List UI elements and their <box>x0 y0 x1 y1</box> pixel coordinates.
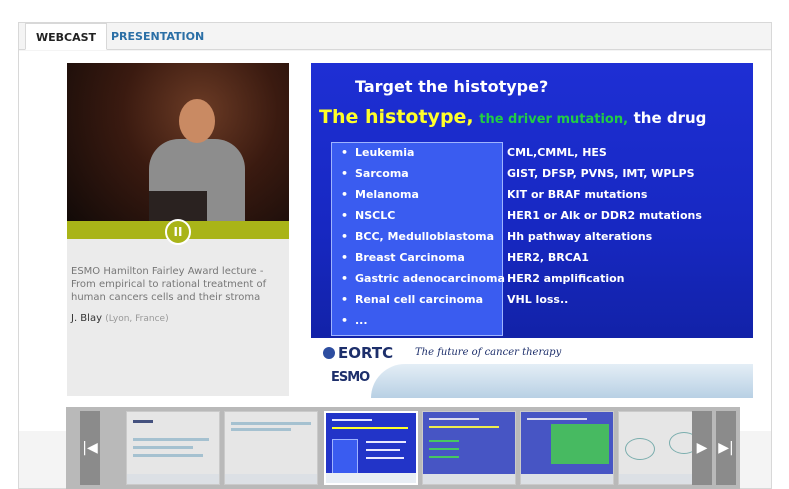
mutation-label: Hh pathway alterations <box>507 230 653 243</box>
table-row: • Sarcoma GIST, DFSP, PVNS, IMT, WPLPS <box>311 166 753 186</box>
slide-thumbnail[interactable] <box>126 411 220 485</box>
esmo-logo: ESMO <box>331 370 370 385</box>
thumb-text-line <box>133 454 203 457</box>
first-slide-button[interactable]: |◀ <box>80 411 100 485</box>
slide-thumbnail[interactable] <box>422 411 516 485</box>
table-row: •... <box>311 313 753 333</box>
table-row: • Breast Carcinoma HER2, BRCA1 <box>311 250 753 270</box>
mutation-label: GIST, DFSP, PVNS, IMT, WPLPS <box>507 167 695 180</box>
thumb-text-line <box>133 446 193 449</box>
table-row: • Renal cell carcinoma VHL loss.. <box>311 292 753 312</box>
thumb-footer <box>423 474 515 484</box>
table-row: • Leukemia CML,CMML, HES <box>311 145 753 165</box>
headline-driver-mutation: the driver mutation, <box>479 112 629 127</box>
speaker-location: (Lyon, France) <box>105 314 169 324</box>
speaker-head <box>179 99 215 143</box>
headline-histotype: The histotype, <box>319 106 474 128</box>
thumb-text-line <box>429 448 459 450</box>
thumb-text-line <box>429 418 479 420</box>
thumb-logo <box>133 420 153 423</box>
slide-body: Target the histotype? The histotype, the… <box>311 63 753 338</box>
webcast-panel: II ESMO Hamilton Fairley Award lecture -… <box>19 51 771 431</box>
slide-title: Target the histotype? <box>355 77 549 96</box>
disease-label: Renal cell carcinoma <box>355 293 484 306</box>
thumb-text-line <box>332 419 372 421</box>
thumb-text-line <box>429 456 459 458</box>
presentation-slide: Target the histotype? The histotype, the… <box>311 63 753 398</box>
thumb-text-line <box>332 427 408 429</box>
table-row: • Gastric adenocarcinoma HER2 amplificatio… <box>311 271 753 291</box>
thumb-text-line <box>231 422 311 425</box>
bullet: • <box>341 272 349 285</box>
bullet: • <box>341 293 349 306</box>
thumb-box <box>332 439 358 477</box>
disease-label: Breast Carcinoma <box>355 251 465 264</box>
thumb-green-block <box>551 424 609 464</box>
disease-label: Gastric adenocarcinoma <box>355 272 505 285</box>
eortc-tagline: The future of cancer therapy <box>415 347 562 358</box>
mutation-label: KIT or BRAF mutations <box>507 188 648 201</box>
thumb-footer <box>127 474 219 484</box>
table-row: • Melanoma KIT or BRAF mutations <box>311 187 753 207</box>
thumb-text-line <box>429 426 499 428</box>
thumb-text-line <box>231 428 291 431</box>
mutation-label: HER1 or Alk or DDR2 mutations <box>507 209 702 222</box>
eortc-label: EORTC <box>338 344 394 362</box>
eortc-emblem-icon <box>323 347 335 359</box>
thumb-text-line <box>366 457 404 459</box>
thumb-diagram-node <box>625 438 655 460</box>
slide-footer: EORTC The future of cancer therapy ESMO <box>311 338 753 398</box>
thumb-footer <box>225 474 317 484</box>
slide-thumbnail-current[interactable] <box>324 411 418 485</box>
headline-drug: the drug <box>633 109 707 127</box>
disease-label: Sarcoma <box>355 167 409 180</box>
table-row: • BCC, Medulloblastoma Hh pathway alterati… <box>311 229 753 249</box>
last-slide-button[interactable]: ▶| <box>716 411 736 485</box>
tab-webcast[interactable]: WEBCAST <box>25 23 108 50</box>
bullet: • <box>341 230 349 243</box>
mutation-label: VHL loss.. <box>507 293 569 306</box>
bullet: • <box>341 146 349 159</box>
tab-bar: WEBCAST PRESENTATION <box>19 23 771 50</box>
mutation-label: HER2, BRCA1 <box>507 251 589 264</box>
disease-label: ... <box>355 314 368 327</box>
bullet: • <box>341 209 349 222</box>
thumb-text-line <box>366 441 406 443</box>
bullet: • <box>341 251 349 264</box>
podium <box>149 191 207 221</box>
thumb-text-line <box>366 449 400 451</box>
thumb-footer <box>521 474 613 484</box>
mutation-label: HER2 amplification <box>507 272 625 285</box>
slide-thumbnail[interactable] <box>224 411 318 485</box>
slide-headline: The histotype, the driver mutation, the … <box>319 106 706 128</box>
pause-button[interactable]: II <box>165 219 191 245</box>
slide-thumbnail-strip: |◀ ▶ ▶| <box>66 407 740 489</box>
bullet: • <box>341 167 349 180</box>
speaker-name: J. Blay (Lyon, France) <box>71 313 169 324</box>
tab-presentation[interactable]: PRESENTATION <box>101 23 214 50</box>
video-column: II ESMO Hamilton Fairley Award lecture -… <box>67 63 289 396</box>
table-row: • NSCLC HER1 or Alk or DDR2 mutations <box>311 208 753 228</box>
lecture-title: ESMO Hamilton Fairley Award lecture - Fr… <box>71 266 267 303</box>
thumb-text-line <box>133 438 209 441</box>
disease-label: BCC, Medulloblastoma <box>355 230 495 243</box>
disease-label: Melanoma <box>355 188 419 201</box>
thumb-footer <box>326 473 416 483</box>
thumb-text-line <box>429 440 459 442</box>
bullet: • <box>341 188 349 201</box>
disease-label: NSCLC <box>355 209 396 222</box>
thumb-text-line <box>527 418 587 420</box>
footer-stripe <box>371 364 753 398</box>
player-frame: WEBCAST PRESENTATION II ESMO Hamilton Fa… <box>18 22 772 489</box>
next-slide-button[interactable]: ▶ <box>692 411 712 485</box>
eortc-logo: EORTC <box>323 344 393 362</box>
speaker-label: J. Blay <box>71 313 102 324</box>
video-player[interactable] <box>67 63 289 221</box>
mutation-label: CML,CMML, HES <box>507 146 607 159</box>
disease-label: Leukemia <box>355 146 415 159</box>
bullet: • <box>341 314 349 327</box>
slide-thumbnail[interactable] <box>520 411 614 485</box>
